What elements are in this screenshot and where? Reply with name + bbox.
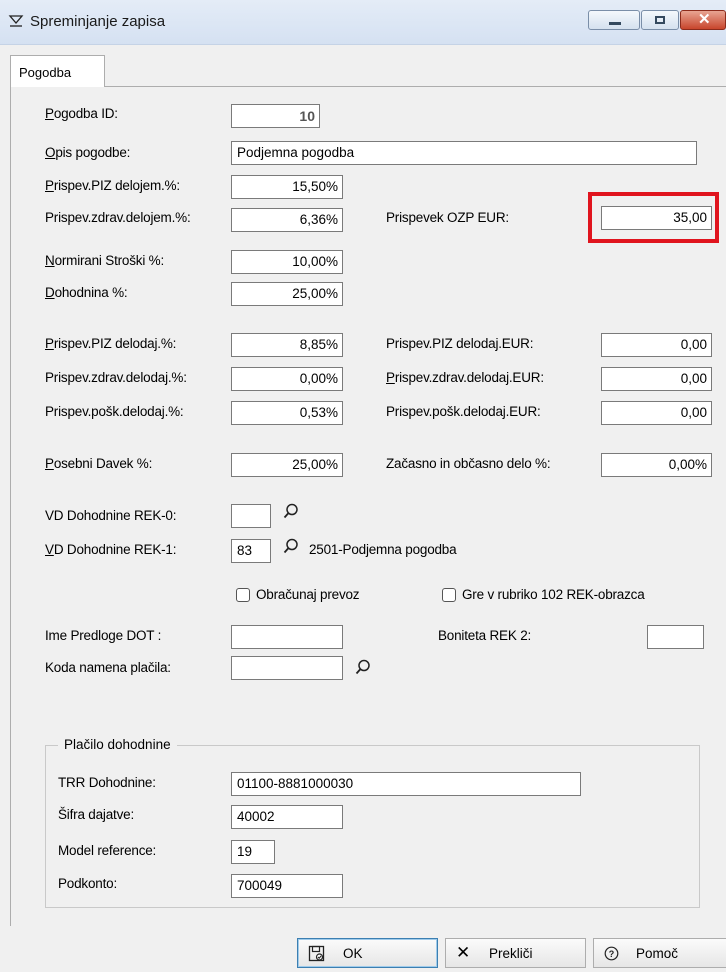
placilo-legend: Plačilo dohodnine [58, 737, 177, 752]
preklici-button[interactable]: ✕ Prekliči [445, 938, 586, 968]
piz-delodaj-field[interactable]: 8,85% [231, 333, 343, 357]
search-icon[interactable] [283, 503, 299, 519]
rubrika-label: Gre v rubriko 102 REK-obrazca [462, 587, 645, 602]
help-icon: ? [604, 946, 619, 961]
pomoc-button[interactable]: ? Pomoč [593, 938, 726, 968]
window-title: Spreminjanje zapisa [30, 13, 166, 30]
piz-delodaj-label: Prispev.PIZ delodaj.%: [45, 336, 177, 351]
pogodba-id-field[interactable]: 10 [231, 104, 320, 128]
podkonto-field[interactable]: 700049 [231, 874, 343, 898]
sifra-label: Šifra dajatve: [58, 807, 134, 822]
maximize-button[interactable] [641, 10, 679, 30]
save-icon [308, 945, 325, 962]
model-field[interactable]: 19 [231, 840, 275, 864]
close-icon: ✕ [698, 11, 711, 28]
posebni-field[interactable]: 25,00% [231, 453, 343, 477]
rubrika-checkbox[interactable] [442, 588, 456, 602]
obracunaj-checkbox[interactable] [236, 588, 250, 602]
minimize-button[interactable] [588, 10, 640, 30]
close-window-button[interactable]: ✕ [680, 10, 726, 30]
zdrav-delojem-label: Prispev.zdrav.delojem.%: [45, 210, 191, 225]
posebni-label: Posebni Davek %: [45, 456, 153, 471]
ok-label: OK [343, 946, 363, 961]
svg-text:?: ? [609, 949, 615, 959]
tab-pogodba[interactable]: Pogodba [10, 55, 105, 87]
ime-predloge-field[interactable] [231, 625, 343, 649]
ozp-label: Prispevek OZP EUR: [386, 210, 509, 225]
minimize-icon [609, 22, 621, 25]
preklici-label: Prekliči [489, 946, 533, 961]
vd-rek1-label: VD Dohodnine REK-1: [45, 542, 177, 557]
podkonto-label: Podkonto: [58, 876, 117, 891]
zacasno-field[interactable]: 0,00% [601, 453, 712, 477]
maximize-icon [655, 16, 665, 24]
filter-icon [8, 15, 24, 27]
dohodnina-label: Dohodnina %: [45, 285, 128, 300]
koda-field[interactable] [231, 656, 343, 680]
vd-rek0-label: VD Dohodnine REK-0: [45, 508, 177, 523]
normirani-label: Normirani Stroški %: [45, 253, 165, 268]
pomoc-label: Pomoč [636, 946, 679, 961]
posk-delodaj-label: Prispev.pošk.delodaj.%: [45, 404, 184, 419]
search-icon[interactable] [355, 659, 371, 675]
obracunaj-label: Obračunaj prevoz [256, 587, 360, 602]
trr-field[interactable]: 01100-8881000030 [231, 772, 581, 796]
posk-delodaj-field[interactable]: 0,53% [231, 401, 343, 425]
ok-button[interactable]: OK [297, 938, 438, 968]
posk-delodaj-eur-field[interactable]: 0,00 [601, 401, 712, 425]
koda-label: Koda namena plačila: [45, 660, 171, 675]
zdrav-delodaj-field[interactable]: 0,00% [231, 367, 343, 391]
ime-predloge-label: Ime Predloge DOT : [45, 628, 162, 643]
pogodba-id-label: Pogodba ID: [45, 106, 118, 121]
sifra-field[interactable]: 40002 [231, 805, 343, 829]
normirani-field[interactable]: 10,00% [231, 250, 343, 274]
zdrav-delodaj-eur-label: Prispev.zdrav.delodaj.EUR: [386, 370, 544, 385]
boniteta-label: Boniteta REK 2: [438, 628, 532, 643]
zdrav-delodaj-label: Prispev.zdrav.delodaj.%: [45, 370, 187, 385]
zdrav-delojem-field[interactable]: 6,36% [231, 208, 343, 232]
zdrav-delodaj-eur-field[interactable]: 0,00 [601, 367, 712, 391]
piz-delojem-label: Prispev.PIZ delojem.%: [45, 178, 180, 193]
placilo-group [45, 745, 700, 908]
vd-rek0-field[interactable] [231, 504, 271, 528]
opis-label: Opis pogodbe: [45, 145, 131, 160]
zacasno-label: Začasno in občasno delo %: [386, 456, 551, 471]
search-icon[interactable] [283, 538, 299, 554]
opis-field[interactable]: Podjemna pogodba [231, 141, 697, 165]
highlight-box [588, 192, 719, 243]
close-icon: ✕ [456, 943, 471, 962]
piz-delojem-field[interactable]: 15,50% [231, 175, 343, 199]
model-label: Model reference: [58, 843, 157, 858]
vd-rek1-description: 2501-Podjemna pogodba [309, 542, 457, 557]
piz-delodaj-eur-field[interactable]: 0,00 [601, 333, 712, 357]
dohodnina-field[interactable]: 25,00% [231, 282, 343, 306]
trr-label: TRR Dohodnine: [58, 775, 156, 790]
piz-delodaj-eur-label: Prispev.PIZ delodaj.EUR: [386, 336, 534, 351]
title-bar: Spreminjanje zapisa ✕ [0, 0, 726, 45]
boniteta-field[interactable] [647, 625, 704, 649]
vd-rek1-field[interactable]: 83 [231, 539, 271, 563]
posk-delodaj-eur-label: Prispev.pošk.delodaj.EUR: [386, 404, 541, 419]
